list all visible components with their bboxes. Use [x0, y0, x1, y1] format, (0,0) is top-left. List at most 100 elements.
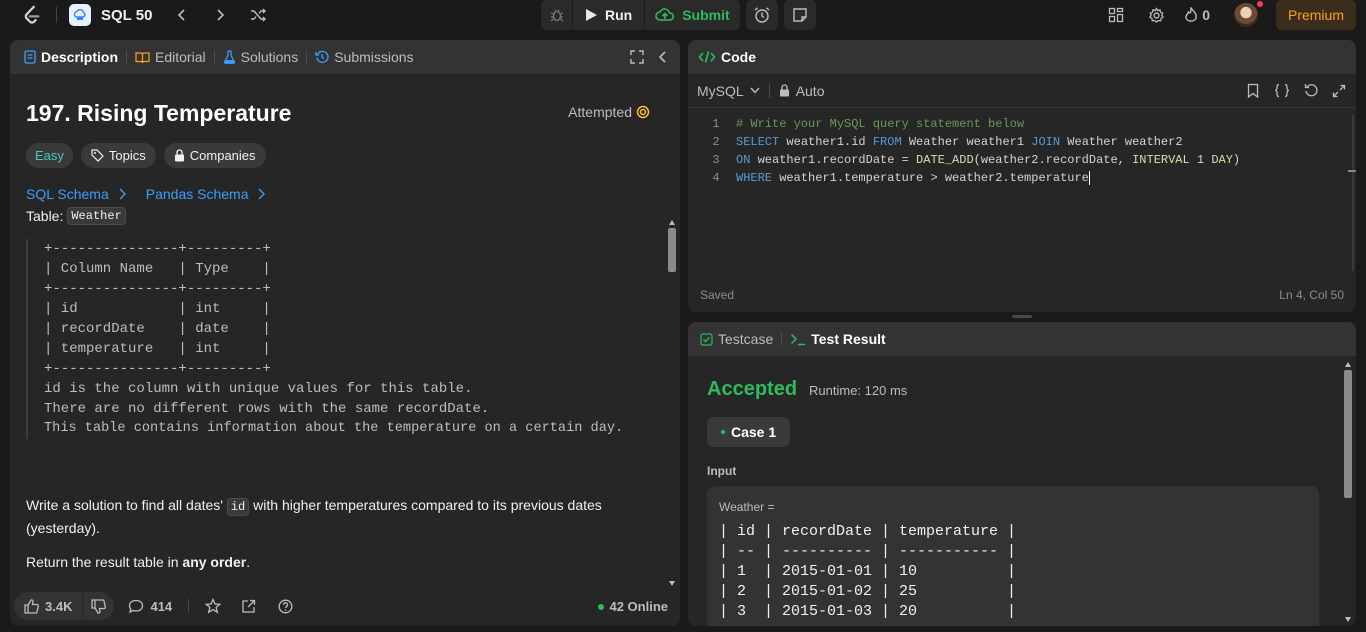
flask-icon: [223, 50, 236, 64]
scroll-thumb[interactable]: [668, 228, 676, 272]
description-footer: 3.4K 414 42 Online: [10, 586, 680, 626]
chevron-left-icon[interactable]: [168, 1, 196, 29]
timer-button[interactable]: [745, 0, 778, 30]
schema-line: There are no different rows with the sam…: [44, 401, 490, 417]
schema-line: +---------------+---------+: [44, 361, 271, 377]
tab-code[interactable]: Code: [698, 49, 756, 65]
share-icon[interactable]: [241, 599, 256, 614]
expand-icon[interactable]: [1332, 83, 1346, 98]
run-button[interactable]: Run: [573, 0, 646, 30]
sql-schema-label: SQL Schema: [26, 186, 109, 202]
chevron-down-icon: [750, 87, 760, 94]
scroll-up-arrow[interactable]: [669, 220, 675, 225]
bookmark-icon[interactable]: [1246, 83, 1260, 98]
input-label: Input: [707, 464, 737, 478]
code-line: 4 WHERE weather1.temperature > weather2.…: [688, 169, 1340, 187]
scroll-down-arrow[interactable]: [1345, 617, 1351, 622]
scroll-up-arrow[interactable]: [1345, 362, 1351, 367]
panel-resize-handle[interactable]: [1012, 315, 1032, 318]
table-heading: Table: Weather: [26, 207, 126, 225]
reset-icon[interactable]: [1304, 83, 1318, 98]
case-1-tab[interactable]: Case 1: [707, 417, 791, 447]
schema-line: | Column Name | Type |: [44, 261, 271, 277]
tab-description[interactable]: Description: [24, 49, 118, 65]
divider: [768, 83, 770, 98]
star-icon[interactable]: [205, 598, 222, 614]
schema-line: | temperature | int |: [44, 341, 271, 357]
tab-test-result[interactable]: Test Result: [790, 331, 886, 347]
cursor-position: Ln 4, Col 50: [1279, 288, 1344, 302]
fullscreen-icon[interactable]: [630, 50, 644, 64]
tab-editorial-label: Editorial: [155, 49, 206, 65]
tab-submissions[interactable]: Submissions: [315, 49, 414, 65]
streak-count: 0: [1202, 7, 1210, 23]
code-line: 3 ON weather1.recordDate = DATE_ADD(weat…: [688, 151, 1340, 169]
avatar[interactable]: [1233, 1, 1263, 27]
description-panel: Description Editorial Solutions Submissi…: [10, 40, 680, 626]
divider: [188, 599, 190, 613]
input-box: Weather = | id | recordDate | temperatur…: [707, 486, 1319, 626]
chevron-right-icon[interactable]: [206, 1, 234, 29]
verdict-row: Accepted Runtime: 120 ms: [707, 378, 907, 401]
like-button[interactable]: 3.4K: [14, 592, 84, 620]
code-editor[interactable]: 1 # Write your MySQL query statement bel…: [688, 115, 1356, 271]
notes-button[interactable]: [783, 0, 816, 30]
help-circle-icon[interactable]: [278, 599, 293, 614]
code-text: ON weather1.recordDate = DATE_ADD(weathe…: [736, 153, 1241, 167]
online-dot: [598, 603, 605, 610]
pandas-schema-link[interactable]: Pandas Schema: [146, 186, 266, 202]
checkbox-icon: [700, 332, 713, 346]
run-label: Run: [605, 7, 633, 23]
document-icon: [24, 50, 36, 64]
sql-schema-link[interactable]: SQL Schema: [26, 186, 126, 202]
schema-line: +---------------+---------+: [44, 281, 271, 297]
collapse-chevron-icon[interactable]: [656, 50, 670, 64]
code-text: SELECT weather1.id FROM Weather weather1…: [736, 135, 1183, 149]
notification-dot: [1256, 1, 1263, 7]
tab-solutions[interactable]: Solutions: [223, 49, 298, 65]
difficulty-badge: Easy: [26, 143, 73, 168]
task-text: Write a solution to find all dates': [26, 497, 223, 513]
debug-bug-icon[interactable]: [541, 0, 573, 30]
auto-mode-toggle[interactable]: Auto: [779, 83, 825, 99]
input-variable-name: Weather =: [719, 500, 775, 514]
settings-gear-icon[interactable]: [1140, 0, 1172, 30]
description-scrollbar[interactable]: [668, 220, 676, 586]
editor-status-bar: Saved Ln 4, Col 50: [688, 278, 1356, 312]
submit-label: Submit: [682, 7, 730, 23]
problem-list-title[interactable]: SQL 50: [101, 7, 152, 24]
shuffle-icon[interactable]: [244, 1, 272, 29]
problem-list-icon[interactable]: [69, 4, 91, 26]
format-braces-icon[interactable]: [1274, 83, 1290, 98]
attempted-icon: [636, 105, 650, 119]
alarm-clock-icon: [753, 6, 771, 24]
schema-line: id is the column with unique values for …: [44, 381, 473, 397]
companies-chip[interactable]: Companies: [163, 143, 266, 168]
tab-editorial[interactable]: Editorial: [135, 49, 206, 65]
language-select[interactable]: MySQL: [697, 83, 760, 99]
test-result-tab-label: Test Result: [811, 331, 886, 347]
schema-line: +---------------+---------+: [44, 241, 271, 257]
like-group: 3.4K: [14, 592, 115, 620]
tab-testcase[interactable]: Testcase: [700, 331, 773, 347]
submit-button[interactable]: Submit: [645, 0, 739, 30]
layout-grid-icon[interactable]: [1100, 0, 1132, 30]
tab-description-label: Description: [41, 49, 119, 65]
input-table-line: | 3 | 2015-01-03 | 20 |: [719, 603, 1017, 620]
thumbs-up-icon: [24, 598, 39, 614]
schema-block: +---------------+---------+ | Column Nam…: [26, 239, 666, 439]
return-statement: Return the result table in any order.: [26, 554, 250, 570]
leetcode-logo-icon[interactable]: [20, 3, 44, 27]
description-tabs: Description Editorial Solutions Submissi…: [10, 40, 680, 74]
language-label: MySQL: [697, 82, 744, 99]
editor-scrollbar[interactable]: [1348, 115, 1356, 271]
premium-button[interactable]: Premium: [1275, 0, 1356, 30]
streak-counter[interactable]: 0: [1184, 6, 1210, 24]
result-scrollbar[interactable]: [1344, 362, 1352, 622]
dislike-button[interactable]: [83, 592, 114, 620]
topics-chip[interactable]: Topics: [80, 143, 156, 168]
scroll-thumb[interactable]: [1344, 370, 1352, 498]
comments-button[interactable]: 414: [128, 599, 172, 614]
problem-title: 197. Rising Temperature: [26, 100, 292, 126]
code-panel: Code MySQL Auto 1 # Write your MySQL que…: [688, 40, 1356, 312]
